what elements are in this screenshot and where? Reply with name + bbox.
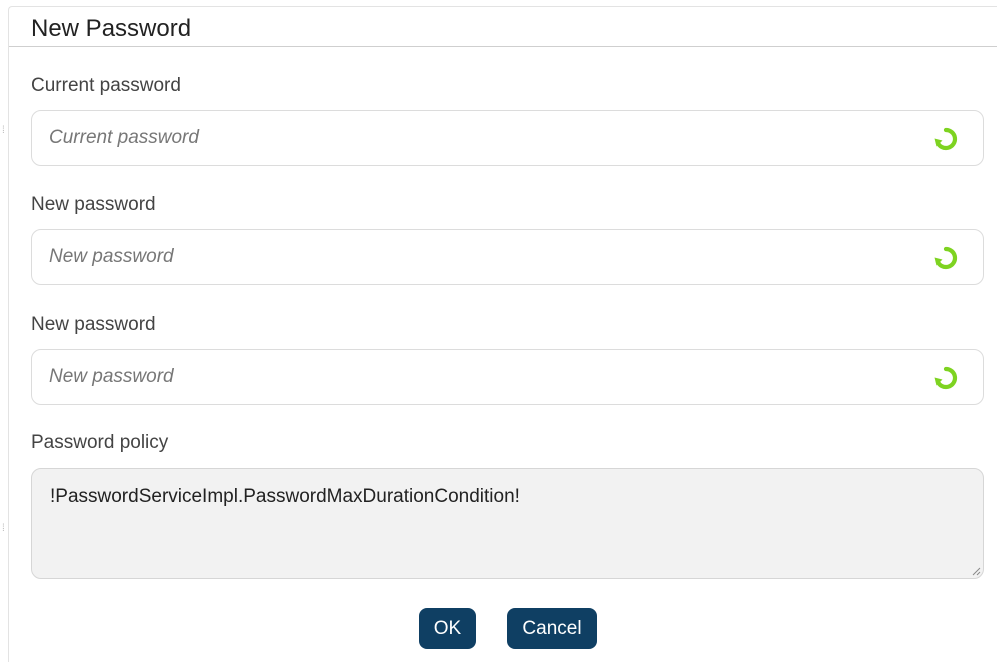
password-policy-label: Password policy [31, 432, 169, 453]
new-password-label: New password [31, 194, 156, 215]
confirm-password-field [31, 349, 984, 405]
confirm-password-input[interactable] [49, 350, 909, 404]
refresh-icon[interactable] [933, 245, 959, 271]
password-policy-textarea[interactable]: !PasswordServiceImpl.PasswordMaxDuration… [31, 468, 984, 579]
new-password-dialog: New Password Current password New passwo… [8, 6, 997, 662]
confirm-password-label: New password [31, 314, 156, 335]
new-password-input[interactable] [49, 230, 909, 284]
resize-handle-icon[interactable] [971, 566, 981, 576]
refresh-icon[interactable] [933, 126, 959, 152]
background-edge-marker: ⁞ [2, 523, 5, 534]
dialog-title: New Password [31, 15, 192, 42]
current-password-field [31, 110, 984, 166]
background-edge-marker: ⁞ [2, 125, 5, 136]
password-policy-text: !PasswordServiceImpl.PasswordMaxDuration… [50, 486, 520, 507]
cancel-button[interactable]: Cancel [507, 608, 597, 649]
new-password-field [31, 229, 984, 285]
ok-button[interactable]: OK [419, 608, 476, 649]
refresh-icon[interactable] [933, 365, 959, 391]
current-password-input[interactable] [49, 111, 909, 165]
current-password-label: Current password [31, 75, 181, 96]
dialog-header: New Password [9, 7, 997, 47]
